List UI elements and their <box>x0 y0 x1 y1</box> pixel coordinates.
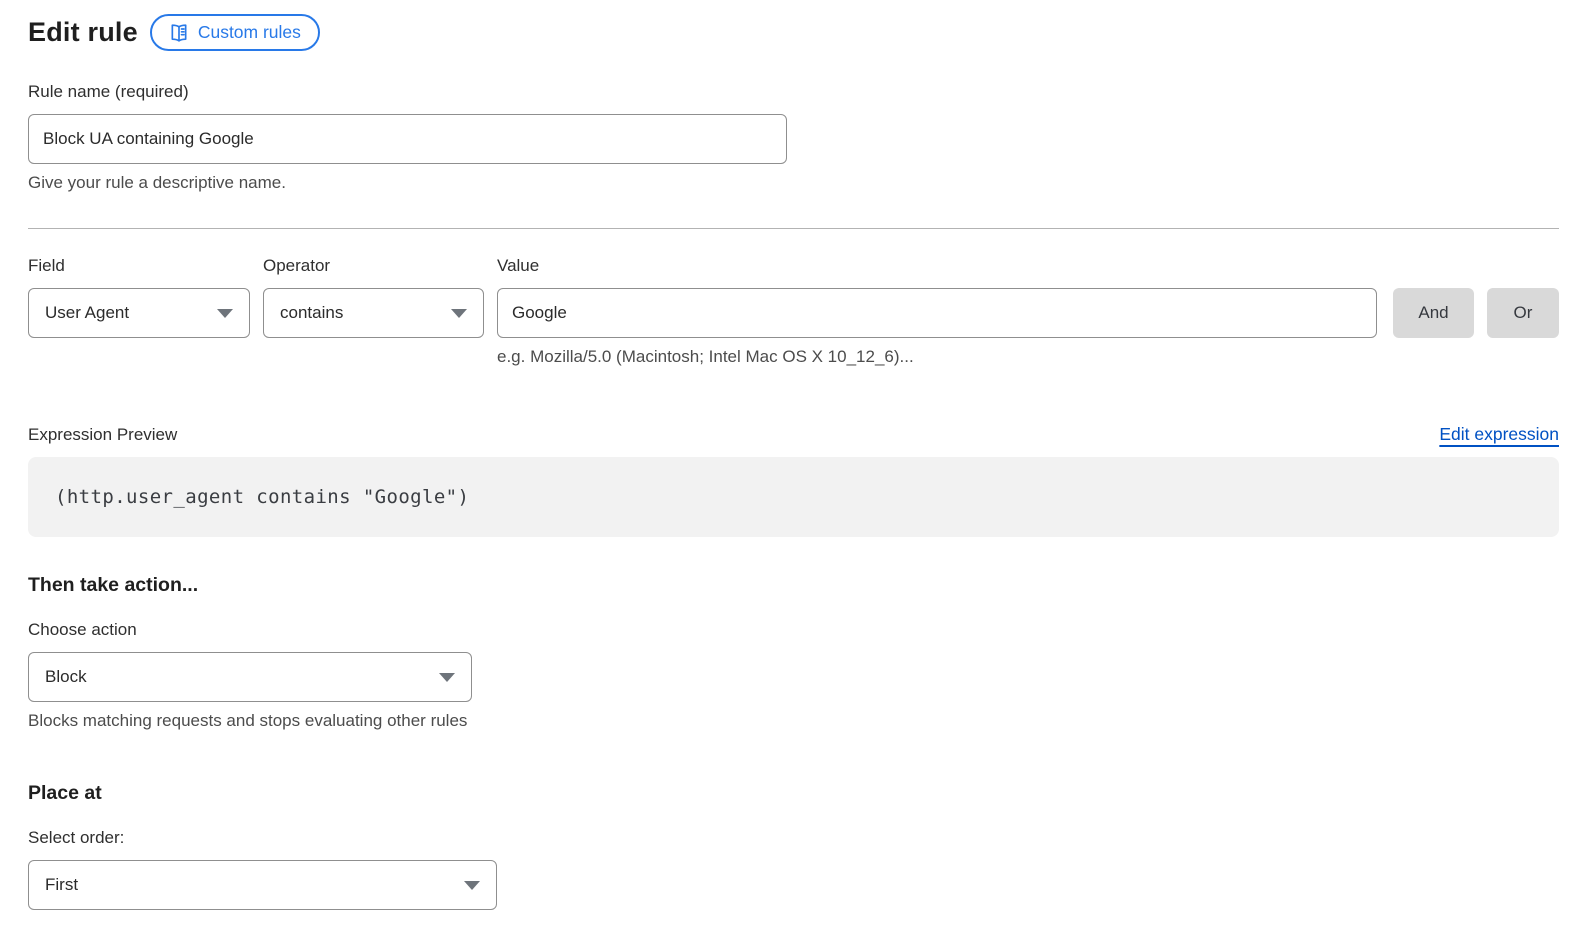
custom-rules-button-label: Custom rules <box>198 22 301 43</box>
book-icon <box>169 23 189 43</box>
operator-select[interactable]: contains <box>263 288 484 338</box>
edit-rule-page: Edit rule Custom rules Rule name (requir… <box>0 0 1587 910</box>
expression-header: Expression Preview Edit expression <box>28 424 1559 445</box>
value-input[interactable] <box>497 288 1377 338</box>
rule-name-label: Rule name (required) <box>28 82 1559 102</box>
and-button[interactable]: And <box>1393 288 1474 338</box>
field-label: Field <box>28 256 250 276</box>
rule-name-help: Give your rule a descriptive name. <box>28 173 1559 193</box>
field-column: Field User Agent <box>28 256 250 338</box>
operator-column: Operator contains <box>263 256 484 338</box>
placement-section: Place at Select order: First <box>28 782 1559 910</box>
rule-name-input[interactable] <box>28 114 787 164</box>
page-header: Edit rule Custom rules <box>28 14 1559 51</box>
or-button[interactable]: Or <box>1487 288 1559 338</box>
chevron-down-icon <box>464 881 480 890</box>
and-button-wrap: And <box>1393 256 1474 338</box>
chevron-down-icon <box>217 309 233 318</box>
condition-row: Field User Agent Operator contains Value… <box>28 256 1559 367</box>
operator-select-value: contains <box>280 303 441 323</box>
value-column: Value e.g. Mozilla/5.0 (Macintosh; Intel… <box>497 256 1377 367</box>
expression-section: Expression Preview Edit expression (http… <box>28 424 1559 537</box>
place-at-heading: Place at <box>28 782 1559 805</box>
field-select-value: User Agent <box>45 303 207 323</box>
choose-action-label: Choose action <box>28 620 1559 640</box>
edit-expression-link[interactable]: Edit expression <box>1439 424 1559 445</box>
order-select[interactable]: First <box>28 860 497 910</box>
select-order-label: Select order: <box>28 828 1559 848</box>
chevron-down-icon <box>451 309 467 318</box>
expression-preview-box: (http.user_agent contains "Google") <box>28 457 1559 537</box>
action-help: Blocks matching requests and stops evalu… <box>28 711 1559 731</box>
field-select[interactable]: User Agent <box>28 288 250 338</box>
action-heading: Then take action... <box>28 574 1559 597</box>
custom-rules-button[interactable]: Custom rules <box>150 14 320 51</box>
chevron-down-icon <box>439 673 455 682</box>
action-select[interactable]: Block <box>28 652 472 702</box>
operator-label: Operator <box>263 256 484 276</box>
action-select-value: Block <box>45 667 429 687</box>
expression-preview-code: (http.user_agent contains "Google") <box>55 486 469 508</box>
order-select-value: First <box>45 875 454 895</box>
divider <box>28 228 1559 229</box>
value-label: Value <box>497 256 1377 276</box>
action-section: Then take action... Choose action Block … <box>28 574 1559 731</box>
or-button-wrap: Or <box>1487 256 1559 338</box>
expression-preview-label: Expression Preview <box>28 425 177 445</box>
page-title: Edit rule <box>28 17 138 48</box>
rule-name-section: Rule name (required) Give your rule a de… <box>28 82 1559 193</box>
value-help: e.g. Mozilla/5.0 (Macintosh; Intel Mac O… <box>497 347 1377 367</box>
